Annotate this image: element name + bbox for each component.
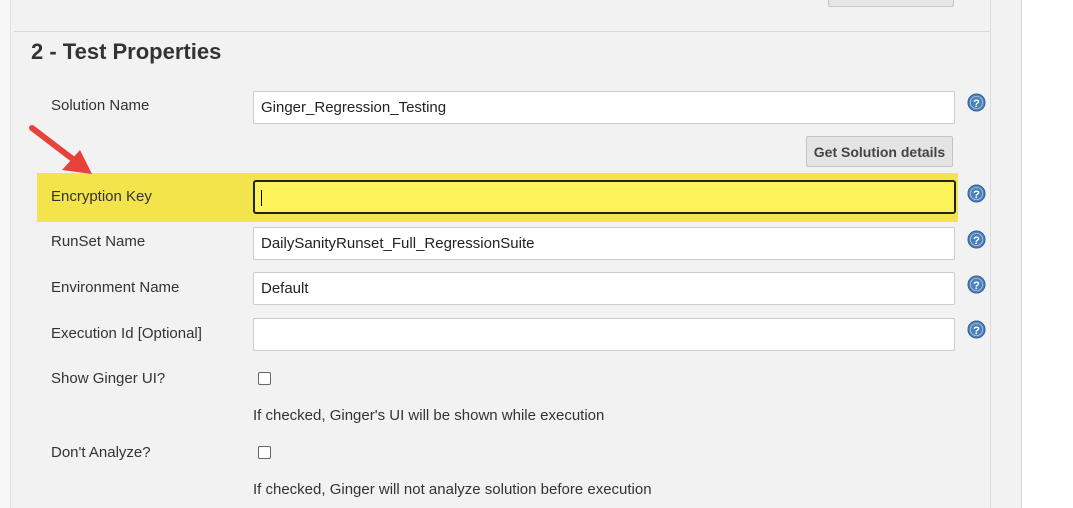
dont-analyze-label: Don't Analyze? xyxy=(51,444,151,461)
solution-name-input[interactable]: Ginger_Regression_Testing xyxy=(253,91,955,124)
execution-id-input[interactable] xyxy=(253,318,955,351)
panel-left-edge xyxy=(0,0,11,508)
help-icon[interactable]: ? xyxy=(967,275,986,294)
svg-text:?: ? xyxy=(973,235,980,247)
encryption-key-label: Encryption Key xyxy=(51,188,152,205)
execution-id-label: Execution Id [Optional] xyxy=(51,325,202,342)
help-icon[interactable]: ? xyxy=(967,93,986,112)
red-arrow-icon xyxy=(29,125,92,174)
svg-text:?: ? xyxy=(973,189,980,201)
panel-right-border xyxy=(990,0,991,508)
svg-text:?: ? xyxy=(973,98,980,110)
environment-name-input[interactable]: Default xyxy=(253,272,955,305)
svg-text:?: ? xyxy=(973,325,980,337)
encryption-key-input[interactable] xyxy=(253,180,956,214)
show-ginger-ui-hint: If checked, Ginger's UI will be shown wh… xyxy=(253,407,605,424)
help-icon[interactable]: ? xyxy=(967,184,986,203)
top-button-partial[interactable] xyxy=(828,0,954,7)
solution-name-label: Solution Name xyxy=(51,97,150,114)
help-icon[interactable]: ? xyxy=(967,320,986,339)
dont-analyze-checkbox[interactable] xyxy=(258,446,271,459)
section-title: 2 - Test Properties xyxy=(31,39,222,64)
svg-text:?: ? xyxy=(973,280,980,292)
show-ginger-ui-label: Show Ginger UI? xyxy=(51,370,166,387)
runset-name-label: RunSet Name xyxy=(51,233,146,250)
show-ginger-ui-checkbox[interactable] xyxy=(258,372,271,385)
get-solution-details-button[interactable]: Get Solution details xyxy=(806,136,953,167)
environment-name-label: Environment Name xyxy=(51,279,180,296)
text-caret xyxy=(261,190,262,206)
dont-analyze-hint: If checked, Ginger will not analyze solu… xyxy=(253,481,652,498)
runset-name-input[interactable]: DailySanityRunset_Full_RegressionSuite xyxy=(253,227,955,260)
form-panel: 2 - Test Properties Solution Name Ginger… xyxy=(0,0,1022,508)
section-divider xyxy=(14,31,990,32)
help-icon[interactable]: ? xyxy=(967,230,986,249)
